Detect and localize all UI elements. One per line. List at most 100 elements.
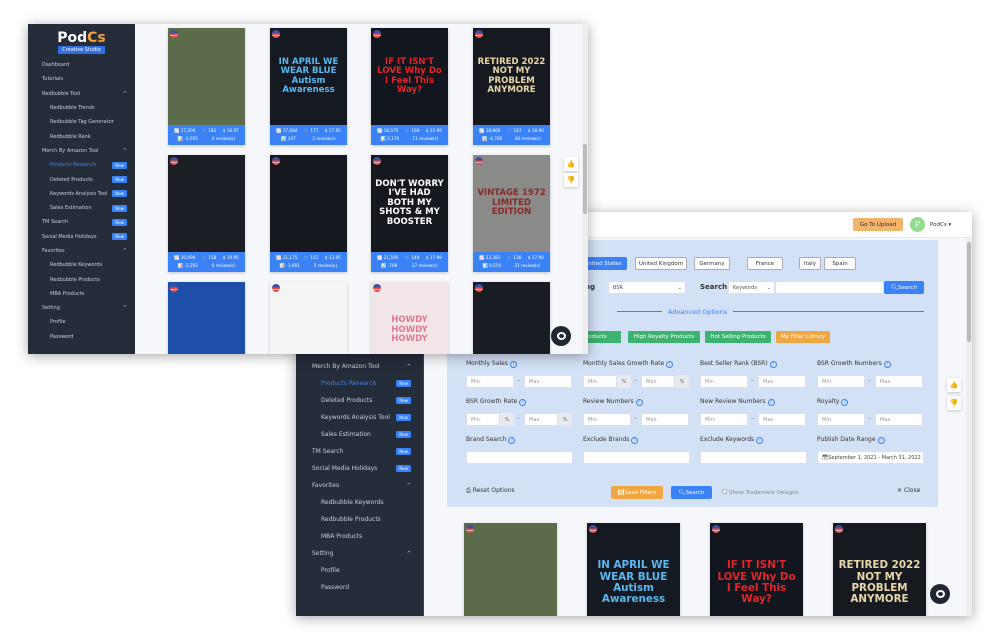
country-france[interactable]: France xyxy=(747,257,783,270)
sorting-select[interactable]: BSR ⌄ xyxy=(608,281,686,294)
chat-button[interactable] xyxy=(930,584,950,604)
chat-button[interactable] xyxy=(551,326,571,346)
close-button[interactable]: ✕ Close xyxy=(897,487,920,494)
sidebar-item-redbubble-rank[interactable]: Redbubble Rank xyxy=(28,129,135,143)
brand-search-input[interactable] xyxy=(466,451,573,464)
new-review-numbers-max-input[interactable]: Max. xyxy=(758,413,806,426)
search-input[interactable] xyxy=(775,281,884,294)
product-image[interactable] xyxy=(473,282,550,354)
search-type-select[interactable]: Keywords ⌄ xyxy=(728,281,775,294)
publish-date-range-input[interactable]: 📅︎ September 1, 2021 - March 31, 2022 xyxy=(817,451,924,464)
monthly-sales-max-input[interactable]: Max. xyxy=(524,375,572,388)
sidebar-item-sales-estimation[interactable]: Sales Estimation New xyxy=(296,426,423,443)
like-button[interactable]: 👍 xyxy=(564,157,578,171)
country-spain[interactable]: Spain xyxy=(824,257,856,270)
product-card[interactable]: IF IT ISN'T LOVE Why Do I Feel This Way?… xyxy=(371,28,448,145)
sidebar-item-redbubble-products[interactable]: Redbubble Products xyxy=(28,272,135,286)
scrollbar[interactable] xyxy=(582,24,588,354)
sidebar-item-tm-search[interactable]: TM Search New xyxy=(28,215,135,229)
preset-high-royalty-products[interactable]: High Royalty Products xyxy=(628,331,700,343)
product-card[interactable]: HOWDY HOWDY HOWDY xyxy=(371,282,448,354)
sidebar-item-mba-products[interactable]: MBA Products xyxy=(28,287,135,301)
country-united-kingdom[interactable]: United Kingdom xyxy=(635,257,687,270)
bsr-growth-rate-min-input[interactable]: Min. xyxy=(466,413,500,426)
sidebar-item-redbubble-tool[interactable]: Redbubble Tool ^ xyxy=(28,87,135,101)
sidebar-item-password[interactable]: Password xyxy=(28,330,135,344)
product-image[interactable]: VINTAGE 1972 LIMITED EDITION xyxy=(473,155,550,252)
exclude-keywords-input[interactable] xyxy=(700,451,807,464)
help-icon[interactable]: ? xyxy=(767,399,775,406)
sidebar-item-redbubble-keywords[interactable]: Redbubble Keywords xyxy=(28,258,135,272)
sidebar-item-tutorials[interactable]: Tutorials xyxy=(28,72,135,86)
product-image[interactable] xyxy=(270,155,347,252)
dislike-button[interactable]: 👎 xyxy=(564,173,578,187)
product-card[interactable]: 📈 21,175 🛒 151 $ 13.95 📊 -1,691 5 review(s) xyxy=(270,155,347,272)
reset-options-button[interactable]: ⎙ Reset Options xyxy=(466,487,515,495)
like-button[interactable]: 👍 xyxy=(947,378,961,392)
sidebar-item-redbubble-trends[interactable]: Redbubble Trends xyxy=(28,101,135,115)
sidebar-item-dashboard[interactable]: Dashboard xyxy=(28,58,135,72)
preset-hot-selling-products[interactable]: Hot Selling Products xyxy=(705,331,771,343)
save-filters-button[interactable]: 💾︎ Save Filters xyxy=(611,486,663,499)
sidebar-item-deleted-products[interactable]: Deleted Products New xyxy=(296,392,423,409)
product-image[interactable]: HOWDY HOWDY HOWDY xyxy=(371,282,448,354)
sidebar-item-keywords-analysis-tool[interactable]: Keywords Analysis Tool New xyxy=(28,187,135,201)
product-image[interactable] xyxy=(168,155,245,252)
sidebar-item-setting[interactable]: Setting ^ xyxy=(28,301,135,315)
royalty-max-input[interactable]: Max. xyxy=(875,413,923,426)
product-image[interactable]: IN APRIL WE WEAR BLUE Autism Awareness xyxy=(270,28,347,125)
scrollbar[interactable] xyxy=(966,238,972,616)
product-card[interactable] xyxy=(168,282,245,354)
bsr-growth-numbers-min-input[interactable]: Min. xyxy=(817,375,865,388)
sidebar-item-products-research[interactable]: Products Research New xyxy=(28,158,135,172)
sidebar-item-merch-by-amazon-tool[interactable]: Merch By Amazon Tool ^ xyxy=(296,358,423,375)
product-image[interactable] xyxy=(168,28,245,125)
exclude-brands-input[interactable] xyxy=(583,451,690,464)
product-card[interactable]: IN APRIL WE WEAR BLUE Autism Awareness 📈 … xyxy=(270,28,347,145)
preset-my-filter-library[interactable]: My Filter Library xyxy=(776,331,830,343)
help-icon[interactable]: ? xyxy=(666,361,674,368)
help-icon[interactable]: ? xyxy=(631,437,639,444)
sidebar-item-profile[interactable]: Profile xyxy=(296,562,423,579)
help-icon[interactable]: ? xyxy=(756,437,764,444)
sidebar-item-profile[interactable]: Profile xyxy=(28,315,135,329)
product-image[interactable]: IF IT ISN'T LOVE Why Do I Feel This Way? xyxy=(710,523,803,616)
go-to-upload-button[interactable]: Go To Upload xyxy=(853,218,903,231)
sidebar-item-deleted-products[interactable]: Deleted Products New xyxy=(28,172,135,186)
help-icon[interactable]: ? xyxy=(508,437,516,444)
sidebar-item-sales-estimation[interactable]: Sales Estimation New xyxy=(28,201,135,215)
advanced-options-toggle[interactable]: Advanced Options xyxy=(662,308,734,316)
sidebar-item-mba-products[interactable]: MBA Products xyxy=(296,528,423,545)
dislike-button[interactable]: 👎 xyxy=(947,396,961,410)
help-icon[interactable]: ? xyxy=(769,361,777,368)
monthly-sales-growth-rate-min-input[interactable]: Min. xyxy=(583,375,617,388)
product-card[interactable]: IF IT ISN'T LOVE Why Do I Feel This Way? xyxy=(710,523,803,616)
sidebar-item-favorites[interactable]: Favorites ^ xyxy=(296,477,423,494)
product-card[interactable]: VINTAGE 1972 LIMITED EDITION 📈 23,381 🛒 13… xyxy=(473,155,550,272)
new-review-numbers-min-input[interactable]: Min. xyxy=(700,413,748,426)
product-image[interactable]: IN APRIL WE WEAR BLUE Autism Awareness xyxy=(587,523,680,616)
sidebar-item-tm-search[interactable]: TM Search New xyxy=(296,443,423,460)
sidebar-item-redbubble-keywords[interactable]: Redbubble Keywords xyxy=(296,494,423,511)
avatar[interactable]: P xyxy=(910,217,925,232)
help-icon[interactable]: ? xyxy=(519,399,527,406)
sidebar-item-social-media-holidays[interactable]: Social Media Holidays New xyxy=(296,460,423,477)
sidebar-item-favorites[interactable]: Favorites ^ xyxy=(28,244,135,258)
sidebar-item-redbubble-products[interactable]: Redbubble Products xyxy=(296,511,423,528)
product-image[interactable] xyxy=(270,282,347,354)
sidebar-item-setting[interactable]: Setting ^ xyxy=(296,545,423,562)
monthly-sales-growth-rate-max-input[interactable]: Max. xyxy=(641,375,675,388)
bsr-growth-rate-max-input[interactable]: Max. xyxy=(524,413,558,426)
checkbox[interactable] xyxy=(722,489,727,494)
review-numbers-max-input[interactable]: Max. xyxy=(641,413,689,426)
product-card[interactable]: 📈 20,094 🛒 158 $ 19.95 📊 -2,292 0 review(s) xyxy=(168,155,245,272)
help-icon[interactable]: ? xyxy=(883,361,891,368)
product-image[interactable]: DON'T WORRY I'VE HAD BOTH MY SHOTS & MY … xyxy=(371,155,448,252)
help-icon[interactable]: ? xyxy=(877,437,885,444)
bsr-growth-numbers-max-input[interactable]: Max. xyxy=(875,375,923,388)
sidebar-item-keywords-analysis-tool[interactable]: Keywords Analysis Tool New xyxy=(296,409,423,426)
product-card[interactable] xyxy=(473,282,550,354)
country-italy[interactable]: Italy xyxy=(799,257,821,270)
monthly-sales-min-input[interactable]: Min. xyxy=(466,375,514,388)
product-image[interactable] xyxy=(464,523,557,616)
